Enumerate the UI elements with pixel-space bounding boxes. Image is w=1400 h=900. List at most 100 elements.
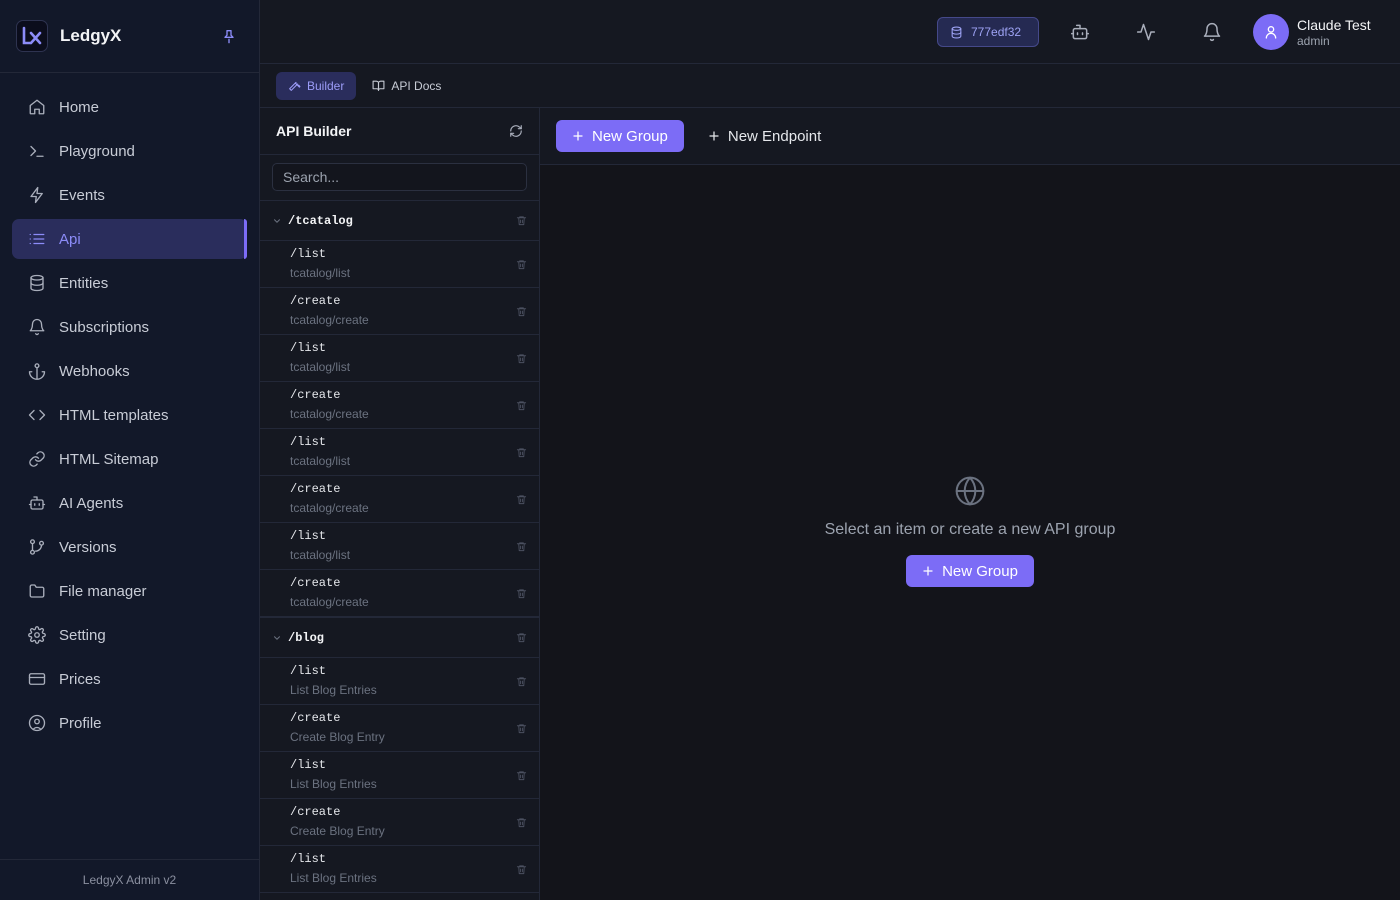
pin-icon[interactable] xyxy=(221,28,237,44)
tab-builder[interactable]: Builder xyxy=(276,71,357,100)
api-group-row[interactable]: /blog xyxy=(260,617,539,658)
globe-icon xyxy=(954,475,986,507)
endpoint-row[interactable]: /create tcatalog/create xyxy=(260,570,539,617)
endpoint-path: /create xyxy=(290,482,341,496)
home-icon xyxy=(29,99,45,115)
activity-icon[interactable] xyxy=(1136,22,1156,42)
trash-icon[interactable] xyxy=(516,770,527,781)
endpoint-row[interactable]: /create tcatalog/create xyxy=(260,382,539,429)
tab-bar: Builder API Docs xyxy=(260,64,1400,108)
empty-state-message: Select an item or create a new API group xyxy=(824,521,1116,538)
avatar[interactable] xyxy=(1253,14,1289,50)
gear-icon xyxy=(28,626,46,644)
link-icon xyxy=(29,451,45,467)
chevron-down-icon[interactable] xyxy=(272,216,282,226)
trash-icon[interactable] xyxy=(516,400,527,411)
api-group-row[interactable]: /tcatalog xyxy=(260,200,539,241)
refresh-icon[interactable] xyxy=(509,124,523,138)
endpoint-row[interactable]: /list List Blog Entries xyxy=(260,658,539,705)
endpoint-row[interactable]: /list tcatalog/list xyxy=(260,523,539,570)
sidebar-item-versions[interactable]: Versions xyxy=(12,527,247,567)
sidebar-item-label: File manager xyxy=(59,582,147,600)
endpoint-subtitle: Create Blog Entry xyxy=(290,730,385,744)
sidebar-item-label: Subscriptions xyxy=(59,318,150,336)
endpoint-subtitle: List Blog Entries xyxy=(290,777,377,791)
sidebar-item-subscriptions[interactable]: Subscriptions xyxy=(12,307,247,347)
sidebar-item-label: HTML templates xyxy=(59,406,169,424)
commit-hash-badge[interactable]: 777edf32 xyxy=(937,17,1039,47)
endpoint-row[interactable]: /create Create Blog Entry xyxy=(260,799,539,846)
endpoint-path: /list xyxy=(290,247,327,261)
sidebar-item-ai-agents[interactable]: AI Agents xyxy=(12,483,247,523)
main-toolbar: New Group New Endpoint xyxy=(540,108,1400,165)
endpoint-row[interactable]: /list tcatalog/list xyxy=(260,335,539,382)
endpoint-row[interactable]: /list tcatalog/list xyxy=(260,241,539,288)
trash-icon[interactable] xyxy=(516,817,527,828)
terminal-icon xyxy=(30,145,44,157)
sidebar-item-label: Prices xyxy=(59,670,101,688)
sidebar-item-label: HTML Sitemap xyxy=(59,450,159,468)
endpoint-path: /list xyxy=(290,341,327,355)
bot-icon[interactable] xyxy=(1070,22,1090,42)
trash-icon[interactable] xyxy=(516,259,527,270)
endpoint-subtitle: tcatalog/list xyxy=(290,454,351,468)
trash-icon[interactable] xyxy=(516,215,527,226)
sidebar-item-prices[interactable]: Prices xyxy=(12,659,247,699)
sidebar-item-label: AI Agents xyxy=(59,494,124,512)
endpoint-subtitle: tcatalog/create xyxy=(290,313,369,327)
sidebar-item-label: Webhooks xyxy=(59,362,130,380)
new-endpoint-label: New Endpoint xyxy=(727,127,822,145)
folder-icon xyxy=(29,584,45,598)
list-icon xyxy=(29,233,45,245)
sidebar-item-profile[interactable]: Profile xyxy=(12,703,247,743)
sidebar-item-setting[interactable]: Setting xyxy=(12,615,247,655)
endpoint-row[interactable]: /create Create Blog Entry xyxy=(260,705,539,752)
empty-new-group-button[interactable]: New Group xyxy=(906,555,1034,587)
new-group-button[interactable]: New Group xyxy=(556,120,684,152)
top-header: 777edf32 Claude Test admin xyxy=(260,0,1400,64)
trash-icon[interactable] xyxy=(516,864,527,875)
endpoint-row[interactable]: /create tcatalog/create xyxy=(260,288,539,335)
sidebar-item-api[interactable]: Api xyxy=(12,219,247,259)
trash-icon[interactable] xyxy=(516,541,527,552)
trash-icon[interactable] xyxy=(516,494,527,505)
endpoint-row[interactable]: /create tcatalog/create xyxy=(260,476,539,523)
main-content: Select an item or create a new API group… xyxy=(540,165,1400,900)
trash-icon[interactable] xyxy=(516,676,527,687)
sidebar-item-events[interactable]: Events xyxy=(12,175,247,215)
trash-icon[interactable] xyxy=(516,306,527,317)
new-group-label: New Group xyxy=(592,127,668,145)
trash-icon[interactable] xyxy=(516,588,527,599)
sidebar-item-label: Home xyxy=(59,98,100,116)
endpoint-row[interactable]: /list tcatalog/list xyxy=(260,429,539,476)
sidebar-item-html-sitemap[interactable]: HTML Sitemap xyxy=(12,439,247,479)
user-menu[interactable]: Claude Test admin xyxy=(1253,14,1371,50)
sidebar-item-file-manager[interactable]: File manager xyxy=(12,571,247,611)
sidebar-item-playground[interactable]: Playground xyxy=(12,131,247,171)
user-icon xyxy=(1265,26,1277,39)
card-icon xyxy=(28,673,46,685)
trash-icon[interactable] xyxy=(516,632,527,643)
new-endpoint-button[interactable]: New Endpoint xyxy=(696,120,833,152)
sidebar-item-label: Events xyxy=(59,186,105,204)
tab-api-docs[interactable]: API Docs xyxy=(360,72,453,100)
panel-header: API Builder xyxy=(260,108,539,155)
sidebar-item-label: Versions xyxy=(59,538,117,556)
endpoint-row[interactable]: /list List Blog Entries xyxy=(260,752,539,799)
search-input[interactable] xyxy=(272,163,527,191)
sidebar-item-entities[interactable]: Entities xyxy=(12,263,247,303)
trash-icon[interactable] xyxy=(516,353,527,364)
trash-icon[interactable] xyxy=(516,447,527,458)
chevron-down-icon[interactable] xyxy=(272,633,282,643)
endpoint-subtitle: tcatalog/list xyxy=(290,360,351,374)
sidebar-item-home[interactable]: Home xyxy=(12,87,247,127)
group-name: /blog xyxy=(288,630,325,645)
endpoint-path: /create xyxy=(290,388,341,402)
sidebar-item-html-templates[interactable]: HTML templates xyxy=(12,395,247,435)
logo-icon[interactable] xyxy=(16,20,48,52)
endpoint-row[interactable]: /list List Blog Entries xyxy=(260,846,539,893)
trash-icon[interactable] xyxy=(516,723,527,734)
bell-icon[interactable] xyxy=(1202,22,1222,42)
sidebar-item-webhooks[interactable]: Webhooks xyxy=(12,351,247,391)
plus-icon xyxy=(709,131,719,141)
